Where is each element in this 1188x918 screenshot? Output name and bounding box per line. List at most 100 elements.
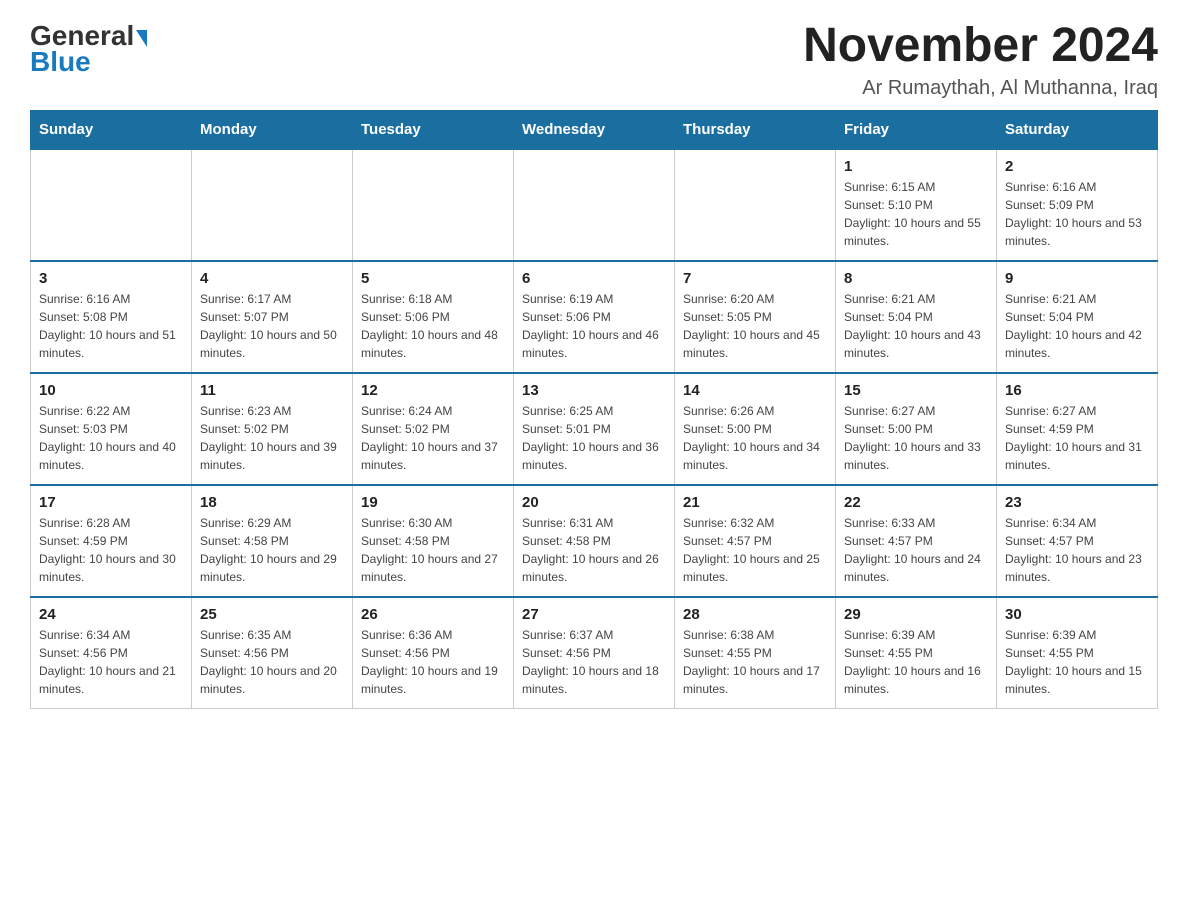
calendar-day-cell [31, 149, 192, 261]
day-info: Sunrise: 6:29 AMSunset: 4:58 PMDaylight:… [200, 514, 344, 586]
day-info: Sunrise: 6:33 AMSunset: 4:57 PMDaylight:… [844, 514, 988, 586]
day-of-week-header: Saturday [997, 110, 1158, 149]
day-number: 14 [683, 382, 827, 399]
day-of-week-header: Monday [192, 110, 353, 149]
day-info: Sunrise: 6:31 AMSunset: 4:58 PMDaylight:… [522, 514, 666, 586]
day-number: 19 [361, 494, 505, 511]
day-info: Sunrise: 6:32 AMSunset: 4:57 PMDaylight:… [683, 514, 827, 586]
calendar-header-row: SundayMondayTuesdayWednesdayThursdayFrid… [31, 110, 1158, 149]
day-of-week-header: Thursday [675, 110, 836, 149]
day-number: 24 [39, 606, 183, 623]
day-info: Sunrise: 6:16 AMSunset: 5:09 PMDaylight:… [1005, 178, 1149, 250]
day-number: 12 [361, 382, 505, 399]
title-block: November 2024 Ar Rumaythah, Al Muthanna,… [803, 20, 1158, 100]
day-info: Sunrise: 6:34 AMSunset: 4:56 PMDaylight:… [39, 626, 183, 698]
calendar-day-cell: 15Sunrise: 6:27 AMSunset: 5:00 PMDayligh… [836, 373, 997, 485]
calendar-day-cell: 8 Sunrise: 6:21 AMSunset: 5:04 PMDaylight… [836, 261, 997, 373]
day-number: 6 [522, 270, 666, 287]
calendar-day-cell: 20 Sunrise: 6:31 AMSunset: 4:58 PMDayligh… [514, 485, 675, 597]
location-subtitle: Ar Rumaythah, Al Muthanna, Iraq [803, 77, 1158, 100]
calendar-day-cell: 3 Sunrise: 6:16 AMSunset: 5:08 PMDaylight… [31, 261, 192, 373]
day-number: 7 [683, 270, 827, 287]
day-of-week-header: Sunday [31, 110, 192, 149]
day-info: Sunrise: 6:16 AMSunset: 5:08 PMDaylight:… [39, 290, 183, 362]
day-number: 1 [844, 158, 988, 175]
day-info: Sunrise: 6:17 AMSunset: 5:07 PMDaylight:… [200, 290, 344, 362]
day-info: Sunrise: 6:26 AMSunset: 5:00 PMDaylight:… [683, 402, 827, 474]
day-info: Sunrise: 6:21 AMSunset: 5:04 PMDaylight:… [844, 290, 988, 362]
calendar-week-row: 1 Sunrise: 6:15 AMSunset: 5:10 PMDaylight… [31, 149, 1158, 261]
calendar-day-cell [192, 149, 353, 261]
day-info: Sunrise: 6:30 AMSunset: 4:58 PMDaylight:… [361, 514, 505, 586]
calendar-day-cell: 12 Sunrise: 6:24 AMSunset: 5:02 PMDayligh… [353, 373, 514, 485]
day-info: Sunrise: 6:38 AMSunset: 4:55 PMDaylight:… [683, 626, 827, 698]
day-number: 13 [522, 382, 666, 399]
day-info: Sunrise: 6:19 AMSunset: 5:06 PMDaylight:… [522, 290, 666, 362]
day-info: Sunrise: 6:24 AMSunset: 5:02 PMDaylight:… [361, 402, 505, 474]
calendar-day-cell: 11 Sunrise: 6:23 AMSunset: 5:02 PMDayligh… [192, 373, 353, 485]
calendar-day-cell: 1 Sunrise: 6:15 AMSunset: 5:10 PMDaylight… [836, 149, 997, 261]
day-number: 9 [1005, 270, 1149, 287]
calendar-day-cell: 9Sunrise: 6:21 AMSunset: 5:04 PMDaylight… [997, 261, 1158, 373]
day-number: 28 [683, 606, 827, 623]
day-number: 5 [361, 270, 505, 287]
day-of-week-header: Friday [836, 110, 997, 149]
calendar-day-cell: 19 Sunrise: 6:30 AMSunset: 4:58 PMDayligh… [353, 485, 514, 597]
calendar-day-cell: 6 Sunrise: 6:19 AMSunset: 5:06 PMDaylight… [514, 261, 675, 373]
day-of-week-header: Tuesday [353, 110, 514, 149]
calendar-day-cell: 18 Sunrise: 6:29 AMSunset: 4:58 PMDayligh… [192, 485, 353, 597]
day-number: 29 [844, 606, 988, 623]
day-number: 10 [39, 382, 183, 399]
calendar-week-row: 10 Sunrise: 6:22 AMSunset: 5:03 PMDayligh… [31, 373, 1158, 485]
day-number: 3 [39, 270, 183, 287]
month-year-title: November 2024 [803, 20, 1158, 73]
calendar-day-cell: 7Sunrise: 6:20 AMSunset: 5:05 PMDaylight… [675, 261, 836, 373]
day-info: Sunrise: 6:34 AMSunset: 4:57 PMDaylight:… [1005, 514, 1149, 586]
day-number: 23 [1005, 494, 1149, 511]
day-number: 8 [844, 270, 988, 287]
logo: General Blue [30, 20, 147, 78]
calendar-day-cell: 28 Sunrise: 6:38 AMSunset: 4:55 PMDayligh… [675, 597, 836, 709]
day-info: Sunrise: 6:39 AMSunset: 4:55 PMDaylight:… [1005, 626, 1149, 698]
calendar-day-cell: 14 Sunrise: 6:26 AMSunset: 5:00 PMDayligh… [675, 373, 836, 485]
day-info: Sunrise: 6:28 AMSunset: 4:59 PMDaylight:… [39, 514, 183, 586]
page-header: General Blue November 2024 Ar Rumaythah,… [30, 20, 1158, 100]
day-number: 26 [361, 606, 505, 623]
day-info: Sunrise: 6:18 AMSunset: 5:06 PMDaylight:… [361, 290, 505, 362]
day-info: Sunrise: 6:27 AMSunset: 4:59 PMDaylight:… [1005, 402, 1149, 474]
day-number: 27 [522, 606, 666, 623]
day-info: Sunrise: 6:35 AMSunset: 4:56 PMDaylight:… [200, 626, 344, 698]
calendar-day-cell: 17Sunrise: 6:28 AMSunset: 4:59 PMDayligh… [31, 485, 192, 597]
calendar-day-cell: 27 Sunrise: 6:37 AMSunset: 4:56 PMDayligh… [514, 597, 675, 709]
day-number: 16 [1005, 382, 1149, 399]
calendar-day-cell [514, 149, 675, 261]
day-info: Sunrise: 6:27 AMSunset: 5:00 PMDaylight:… [844, 402, 988, 474]
day-number: 11 [200, 382, 344, 399]
calendar-day-cell: 21Sunrise: 6:32 AMSunset: 4:57 PMDayligh… [675, 485, 836, 597]
calendar-day-cell: 4Sunrise: 6:17 AMSunset: 5:07 PMDaylight… [192, 261, 353, 373]
day-number: 22 [844, 494, 988, 511]
day-info: Sunrise: 6:25 AMSunset: 5:01 PMDaylight:… [522, 402, 666, 474]
calendar-day-cell: 16 Sunrise: 6:27 AMSunset: 4:59 PMDayligh… [997, 373, 1158, 485]
calendar-day-cell: 2 Sunrise: 6:16 AMSunset: 5:09 PMDaylight… [997, 149, 1158, 261]
calendar-day-cell: 10 Sunrise: 6:22 AMSunset: 5:03 PMDayligh… [31, 373, 192, 485]
day-info: Sunrise: 6:23 AMSunset: 5:02 PMDaylight:… [200, 402, 344, 474]
day-info: Sunrise: 6:37 AMSunset: 4:56 PMDaylight:… [522, 626, 666, 698]
day-info: Sunrise: 6:22 AMSunset: 5:03 PMDaylight:… [39, 402, 183, 474]
day-number: 30 [1005, 606, 1149, 623]
day-number: 18 [200, 494, 344, 511]
calendar-day-cell: 22 Sunrise: 6:33 AMSunset: 4:57 PMDayligh… [836, 485, 997, 597]
day-number: 2 [1005, 158, 1149, 175]
calendar-week-row: 3 Sunrise: 6:16 AMSunset: 5:08 PMDaylight… [31, 261, 1158, 373]
calendar-day-cell: 25Sunrise: 6:35 AMSunset: 4:56 PMDayligh… [192, 597, 353, 709]
day-info: Sunrise: 6:15 AMSunset: 5:10 PMDaylight:… [844, 178, 988, 250]
logo-triangle-icon [136, 30, 147, 47]
calendar-day-cell: 23 Sunrise: 6:34 AMSunset: 4:57 PMDayligh… [997, 485, 1158, 597]
day-number: 20 [522, 494, 666, 511]
calendar-week-row: 17Sunrise: 6:28 AMSunset: 4:59 PMDayligh… [31, 485, 1158, 597]
calendar-day-cell: 24 Sunrise: 6:34 AMSunset: 4:56 PMDayligh… [31, 597, 192, 709]
day-info: Sunrise: 6:36 AMSunset: 4:56 PMDaylight:… [361, 626, 505, 698]
calendar-day-cell: 29Sunrise: 6:39 AMSunset: 4:55 PMDayligh… [836, 597, 997, 709]
day-of-week-header: Wednesday [514, 110, 675, 149]
calendar-table: SundayMondayTuesdayWednesdayThursdayFrid… [30, 110, 1158, 709]
